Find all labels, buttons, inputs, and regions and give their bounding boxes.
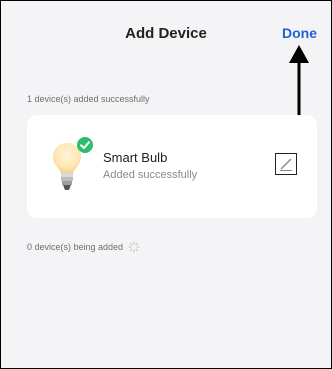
device-status: Added successfully	[103, 169, 198, 181]
done-button[interactable]: Done	[282, 25, 317, 41]
check-icon	[77, 137, 93, 153]
pencil-icon	[280, 158, 292, 171]
device-card[interactable]: Smart Bulb Added successfully	[27, 115, 317, 218]
adding-count-row: 0 device(s) being added	[27, 241, 140, 253]
adding-count-label: 0 device(s) being added	[27, 242, 124, 252]
arrow-annotation-icon	[289, 45, 309, 119]
spinner-icon	[128, 241, 140, 253]
add-device-screen: Add Device Done 1 device(s) added succes…	[0, 0, 332, 369]
header-bar: Add Device Done	[1, 1, 331, 63]
added-count-label: 1 device(s) added successfully	[27, 94, 150, 104]
edit-name-button[interactable]	[275, 153, 297, 175]
device-name: Smart Bulb	[103, 150, 168, 165]
